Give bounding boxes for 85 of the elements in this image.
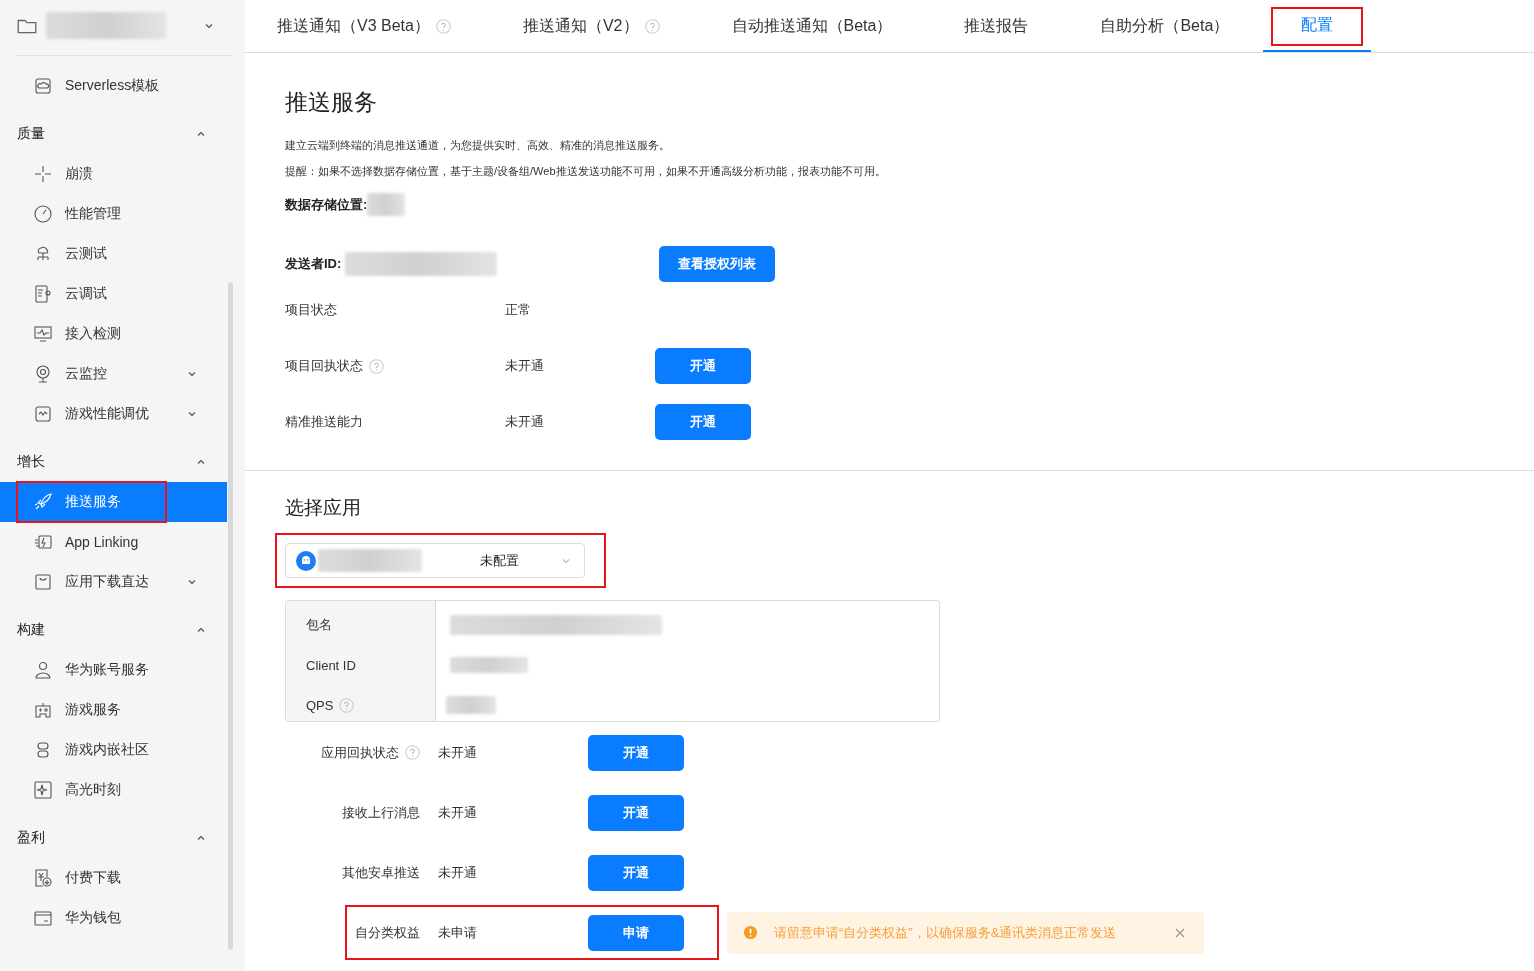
sidebar-item[interactable]: 云调试: [0, 274, 227, 314]
sidebar-item[interactable]: 游戏服务: [0, 690, 227, 730]
status-text: 未开通: [438, 743, 478, 762]
bag-icon: [33, 572, 53, 592]
tab[interactable]: 推送通知（V2）: [522, 0, 660, 52]
help-icon[interactable]: [644, 18, 660, 34]
row-label: 项目状态: [285, 301, 337, 319]
sidebar-item[interactable]: 游戏性能调优: [0, 394, 227, 434]
info-label: Client ID: [306, 657, 356, 673]
sparkle-icon: [33, 780, 53, 800]
status-text: 正常: [505, 301, 532, 319]
section-header[interactable]: 质量: [0, 114, 245, 154]
blurred-block: [367, 193, 406, 216]
price-download-icon: [33, 868, 53, 888]
sender-id-label: 发送者ID:: [285, 255, 342, 273]
status-text: 未开通: [505, 357, 545, 375]
enable-button[interactable]: 开通: [655, 348, 751, 384]
row-label: 自分类权益: [355, 923, 420, 942]
rocket-icon: [33, 492, 53, 512]
page-title: 推送服务: [285, 88, 378, 117]
close-icon[interactable]: [1174, 926, 1186, 939]
notice-text: 提醒：如果不选择数据存储位置，基于主题/设备组/Web推送发送功能不可用，如果不开通高级分析功能，报表功能不可用。: [285, 164, 887, 179]
tab[interactable]: 推送报告: [964, 0, 1029, 52]
view-authorization-button[interactable]: 查看授权列表: [659, 246, 776, 282]
row-label: 其他安卓推送: [342, 863, 420, 882]
tab[interactable]: 推送通知（V3 Beta）: [277, 0, 451, 52]
sidebar-item[interactable]: Serverless模板: [0, 66, 227, 106]
storage-label: 数据存储位置:: [285, 195, 368, 214]
sidebar-item[interactable]: App Linking: [0, 522, 227, 562]
help-icon[interactable]: [405, 745, 420, 760]
status-text: 未申请: [438, 923, 478, 942]
enable-button[interactable]: 开通: [588, 854, 684, 891]
section-header[interactable]: 增长: [0, 442, 245, 482]
gauge-icon: [33, 204, 53, 224]
link-card-icon: [33, 532, 53, 552]
status-text: 未开通: [438, 803, 478, 822]
document-eye-icon: [33, 284, 53, 304]
tab[interactable]: 自动推送通知（Beta）: [731, 0, 893, 52]
section-header[interactable]: 盈利: [0, 818, 245, 858]
sidebar-item[interactable]: 推送服务: [0, 482, 227, 522]
status-text: 未开通: [505, 413, 545, 431]
description-text: 建立云端到终端的消息推送通道，为您提供实时、高效、精准的消息推送服务。: [285, 138, 671, 153]
sidebar-item[interactable]: 应用下载直达: [0, 562, 227, 602]
alert-text: 请留意申请“自分类权益”，以确保服务&通讯类消息正常发送: [774, 923, 1117, 942]
chip-icon: [33, 404, 53, 424]
sidebar-item[interactable]: 性能管理: [0, 194, 227, 234]
app-select[interactable]: 未配置: [285, 543, 585, 578]
monitor-pulse-icon: [33, 324, 53, 344]
tab[interactable]: 自助分析（Beta）: [1100, 0, 1230, 52]
enable-button[interactable]: 申请: [588, 914, 684, 951]
section-title: 选择应用: [285, 496, 362, 520]
row-label: 项目回执状态: [285, 357, 363, 375]
wallet-icon: [33, 908, 53, 928]
blurred-block: [446, 696, 496, 714]
sidebar-item[interactable]: 接入检测: [0, 314, 227, 354]
cloud-icon: [33, 76, 53, 96]
row-label: 精准推送能力: [285, 413, 363, 431]
person-icon: [33, 660, 53, 680]
sidebar-item[interactable]: 华为账号服务: [0, 650, 227, 690]
row-label: 接收上行消息: [342, 803, 420, 822]
sidebar-item[interactable]: 高光时刻: [0, 770, 227, 810]
sidebar-item[interactable]: 云测试: [0, 234, 227, 274]
row-label: 应用回执状态: [321, 743, 399, 762]
sidebar-item[interactable]: 华为钱包: [0, 898, 227, 938]
section-header[interactable]: 构建: [0, 610, 245, 650]
info-label: 包名: [306, 616, 332, 634]
webcam-icon: [33, 364, 53, 384]
sidebar-item[interactable]: 云监控: [0, 354, 227, 394]
sidebar-item[interactable]: 付费下载: [0, 858, 227, 898]
info-label: QPS: [306, 697, 334, 713]
sidebar-item[interactable]: 崩溃: [0, 154, 227, 194]
help-icon[interactable]: [435, 18, 451, 34]
scrollbar[interactable]: [228, 282, 233, 950]
gamepad-icon: [33, 700, 53, 720]
enable-button[interactable]: 开通: [655, 404, 751, 440]
sidebar-item[interactable]: 游戏内嵌社区: [0, 730, 227, 770]
enable-button[interactable]: 开通: [588, 734, 684, 771]
tab[interactable]: 配置: [1263, 0, 1372, 52]
android-icon: [296, 550, 316, 571]
warning-icon: [743, 925, 758, 940]
status-text: 未开通: [438, 863, 478, 882]
enable-button[interactable]: 开通: [588, 794, 684, 831]
help-icon[interactable]: [369, 358, 384, 374]
help-icon[interactable]: [339, 697, 355, 713]
crosshair-icon: [33, 164, 53, 184]
